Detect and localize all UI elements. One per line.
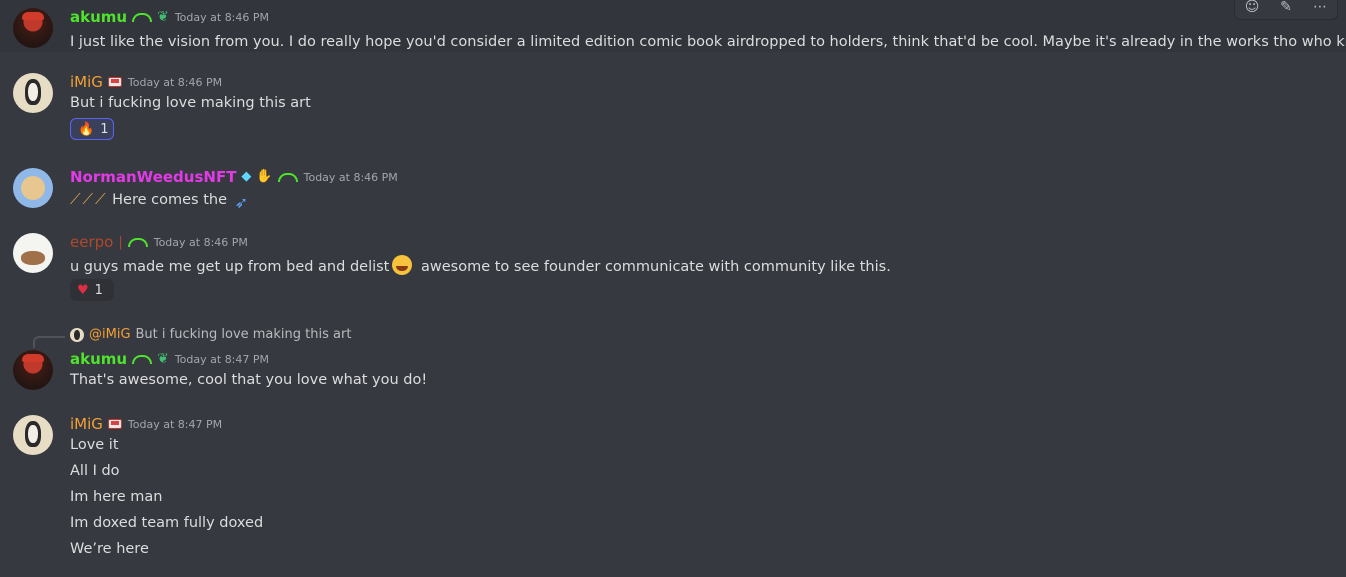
reply-avatar [70, 327, 84, 342]
message-imig-1[interactable]: iMiG Today at 8:46 PM But i fucking love… [0, 66, 1346, 146]
message-text: awesome to see founder communicate with … [420, 259, 891, 275]
fire-icon: 🔥 [78, 121, 95, 137]
author-name[interactable]: iMiG [70, 73, 103, 91]
reaction-heart[interactable]: ♥ 1 [70, 279, 114, 301]
message-text: All I do [70, 463, 120, 479]
avatar[interactable] [13, 415, 53, 455]
add-reaction-icon[interactable]: ☺ [1241, 0, 1263, 17]
diamond-badge-icon: ◆ [241, 169, 252, 184]
message-norman[interactable]: NormanWeedusNFT ◆ ✋ Today at 8:46 PM ⟋ ⟋ ⟋… [0, 161, 1346, 215]
message-text: u guys made me get up from bed and delis… [70, 259, 390, 275]
separator: | [118, 234, 123, 250]
raised-hands-badge-icon: ✋ [256, 169, 273, 184]
message-content: u guys made me get up from bed and delis… [70, 255, 891, 275]
flag-badge-icon [107, 419, 122, 429]
edit-icon[interactable]: ✎ [1275, 0, 1297, 17]
broom-icon: ⟋ [82, 190, 94, 208]
message-text: Here comes the [112, 192, 228, 208]
message-text: But i fucking love making this art [70, 95, 311, 111]
avatar[interactable] [13, 350, 53, 390]
timestamp[interactable]: Today at 8:46 PM [128, 76, 222, 89]
message-toolbar: ☺ ✎ ⋯ [1234, 0, 1338, 20]
message-text: We’re here [70, 541, 149, 557]
flag-badge-icon [107, 77, 122, 87]
gfc-badge-icon [132, 12, 153, 22]
author-name[interactable]: eerpo [70, 233, 113, 251]
gfc-badge-icon [127, 237, 148, 247]
reaction-count: 1 [100, 121, 109, 137]
reply-text[interactable]: But i fucking love making this art [136, 327, 352, 342]
message-text: That's awesome, cool that you love what … [70, 372, 428, 388]
broom-icon: ⟋ [95, 190, 106, 208]
tears-of-joy-emoji-icon [392, 255, 413, 275]
message-imig-2[interactable]: iMiG Today at 8:47 PM Love it All I do I… [0, 408, 1346, 577]
message-akumu-2[interactable]: akumu ❦ Today at 8:47 PM That's awesome,… [0, 343, 1346, 393]
leaf-badge-icon: ❦ [157, 9, 169, 25]
message-akumu-1[interactable]: akumu ❦ Today at 8:46 PM I just like the… [0, 0, 1346, 52]
leaf-badge-icon: ❦ [157, 351, 169, 367]
heart-icon: ♥ [77, 282, 89, 298]
rocket-icon: ➶ [234, 193, 249, 212]
reaction-fire[interactable]: 🔥 1 [70, 118, 114, 140]
avatar[interactable] [13, 233, 53, 273]
author-name[interactable]: akumu [70, 350, 127, 368]
timestamp[interactable]: Today at 8:46 PM [154, 236, 248, 249]
author-name[interactable]: NormanWeedusNFT [70, 168, 236, 186]
message-text: Im here man [70, 489, 163, 505]
broom-icon: ⟋ [70, 190, 81, 208]
avatar[interactable] [13, 168, 53, 208]
timestamp[interactable]: Today at 8:46 PM [175, 11, 269, 24]
more-options-icon[interactable]: ⋯ [1309, 0, 1331, 17]
author-name[interactable]: iMiG [70, 415, 103, 433]
gfc-badge-icon [132, 354, 153, 364]
reply-reference[interactable]: @iMiG But i fucking love making this art [70, 327, 351, 342]
avatar[interactable] [13, 8, 53, 48]
message-text: I just like the vision from you. I do re… [70, 34, 1346, 50]
gfc-badge-icon [277, 172, 298, 182]
message-content: I just like the vision from you. I do re… [70, 30, 1346, 50]
reply-mention[interactable]: @iMiG [89, 327, 131, 342]
timestamp[interactable]: Today at 8:46 PM [304, 171, 398, 184]
message-eerpo[interactable]: eerpo | Today at 8:46 PM u guys made me … [0, 226, 1346, 306]
author-name[interactable]: akumu [70, 8, 127, 26]
message-content: ⟋ ⟋ ⟋ Here comes the ➶ [70, 190, 248, 212]
avatar[interactable] [13, 73, 53, 113]
reaction-count: 1 [94, 282, 103, 298]
message-text: Im doxed team fully doxed [70, 515, 264, 531]
message-text: Love it [70, 437, 119, 453]
timestamp[interactable]: Today at 8:47 PM [128, 418, 222, 431]
timestamp[interactable]: Today at 8:47 PM [175, 353, 269, 366]
